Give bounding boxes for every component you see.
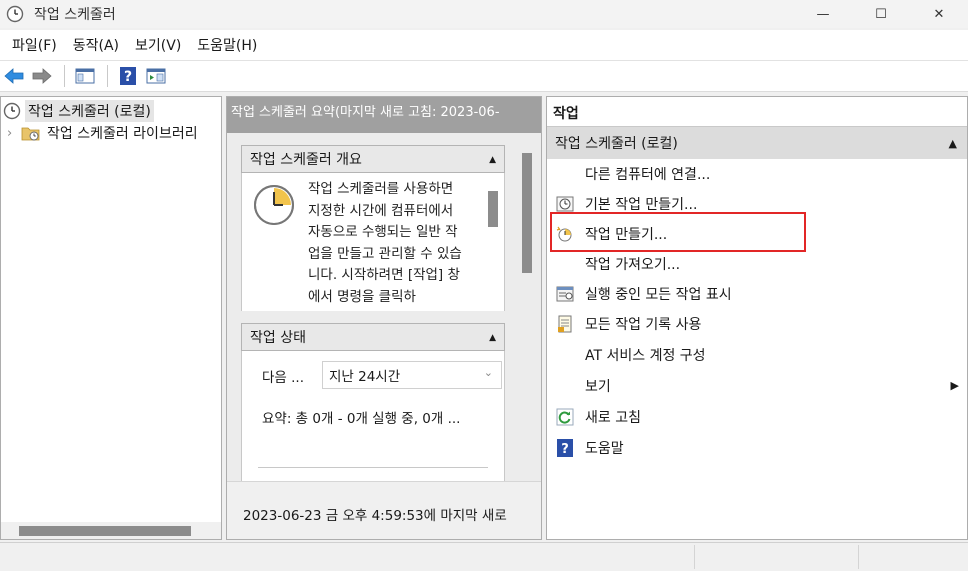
overview-section-title: 작업 스케줄러 개요 xyxy=(250,152,362,168)
show-hide-console-tree-icon[interactable] xyxy=(73,64,97,88)
tree-item-task-scheduler-library[interactable]: › 작업 스케줄러 라이브러리 xyxy=(7,122,198,144)
status-section-title: 작업 상태 xyxy=(250,330,306,346)
action-label: 기본 작업 만들기... xyxy=(585,197,698,213)
collapse-caret-icon[interactable]: ▲ xyxy=(949,137,957,150)
collapse-caret-icon[interactable]: ▲ xyxy=(489,155,496,165)
clock-app-icon xyxy=(6,5,24,23)
status-period-dropdown[interactable]: 지난 24시간 ⌄ xyxy=(322,361,502,389)
action-label: 보기 xyxy=(585,379,611,395)
close-button[interactable]: ✕ xyxy=(910,0,968,28)
menu-view[interactable]: 보기(V) xyxy=(127,35,189,55)
toolbar-separator xyxy=(64,65,65,87)
action-import-task[interactable]: 작업 가져오기... xyxy=(547,249,967,279)
back-arrow-icon[interactable] xyxy=(2,64,26,88)
task-history-icon xyxy=(555,314,575,334)
task-scheduler-window: 작업 스케줄러 — ☐ ✕ 파일(F) 동작(A) 보기(V) 도움말(H) ? xyxy=(0,0,968,571)
status-filter-label: 다음 ... xyxy=(262,370,305,386)
clock-icon xyxy=(3,102,21,120)
menu-help[interactable]: 도움말(H) xyxy=(189,35,265,55)
show-hide-action-pane-icon[interactable] xyxy=(144,64,168,88)
window-title: 작업 스케줄러 xyxy=(34,7,116,23)
actions-group-label: 작업 스케줄러 (로컬) xyxy=(555,136,678,152)
menu-file[interactable]: 파일(F) xyxy=(4,35,65,55)
action-enable-task-history[interactable]: 모든 작업 기록 사용 xyxy=(547,309,967,339)
dropdown-value: 지난 24시간 xyxy=(329,369,401,385)
console-tree: 작업 스케줄러 (로컬) › 작업 스케줄러 라이브러리 xyxy=(0,96,222,540)
overview-section-body: 작업 스케줄러를 사용하면 지정한 시간에 컴퓨터에서 자동으로 수행되는 일반… xyxy=(241,173,505,311)
status-bar xyxy=(0,542,968,571)
status-divider xyxy=(858,545,859,569)
action-refresh[interactable]: 새로 고침 xyxy=(547,402,967,432)
basic-task-icon xyxy=(555,194,575,214)
collapse-caret-icon[interactable]: ▲ xyxy=(489,333,496,343)
action-connect-another-computer[interactable]: 다른 컴퓨터에 연결... xyxy=(547,159,967,189)
action-label: 모든 작업 기록 사용 xyxy=(585,317,702,333)
actions-title: 작업 xyxy=(547,97,967,127)
folder-clock-icon xyxy=(21,127,40,141)
summary-pane: 작업 스케줄러 요약(마지막 새로 고침: 2023-06- 작업 스케줄러 개… xyxy=(226,96,542,540)
overview-scrollbar-thumb[interactable] xyxy=(488,191,498,227)
actions-pane: 작업 작업 스케줄러 (로컬) ▲ 다른 컴퓨터에 연결... 기본 작업 만들… xyxy=(546,96,968,540)
submenu-arrow-icon: ▶ xyxy=(950,379,959,392)
tree-item-label: 작업 스케줄러 (로컬) xyxy=(25,100,154,122)
expand-chevron-icon[interactable]: › xyxy=(7,126,21,141)
title-bar: 작업 스케줄러 — ☐ ✕ xyxy=(0,0,968,28)
summary-header: 작업 스케줄러 요약(마지막 새로 고침: 2023-06- xyxy=(227,97,541,133)
action-view[interactable]: 보기 ▶ xyxy=(547,371,967,401)
menu-action[interactable]: 동작(A) xyxy=(65,35,127,55)
action-label: 새로 고침 xyxy=(585,410,641,426)
svg-text:?: ? xyxy=(124,69,132,85)
action-display-running-tasks[interactable]: 실행 중인 모든 작업 표시 xyxy=(547,279,967,309)
svg-text:?: ? xyxy=(561,442,569,457)
action-label: 실행 중인 모든 작업 표시 xyxy=(585,287,732,303)
action-help[interactable]: ? 도움말 xyxy=(547,433,967,463)
maximize-button[interactable]: ☐ xyxy=(852,0,910,28)
status-summary: 요약: 총 0개 - 0개 실행 중, 0개 ... xyxy=(262,411,461,427)
refresh-icon xyxy=(555,407,575,427)
tree-item-task-scheduler-local[interactable]: 작업 스케줄러 (로컬) xyxy=(3,100,154,122)
summary-scroll-area: 작업 스케줄러 개요 ▲ 작업 스케줄러를 사용하면 지정한 시간에 컴퓨터에서… xyxy=(227,133,541,481)
summary-vertical-scrollbar[interactable] xyxy=(519,133,535,481)
help-icon[interactable]: ? xyxy=(116,64,140,88)
clock-large-icon xyxy=(254,185,294,225)
status-divider xyxy=(694,545,695,569)
status-section-header[interactable]: 작업 상태 ▲ xyxy=(241,323,505,351)
overview-section-header[interactable]: 작업 스케줄러 개요 ▲ xyxy=(241,145,505,173)
overview-description: 작업 스케줄러를 사용하면 지정한 시간에 컴퓨터에서 자동으로 수행되는 일반… xyxy=(308,181,462,305)
chevron-down-icon: ⌄ xyxy=(483,366,493,379)
scrollbar-thumb[interactable] xyxy=(19,526,191,536)
last-refresh-footer: 2023-06-23 금 오후 4:59:53에 마지막 새로 xyxy=(227,481,541,539)
toolbar-separator xyxy=(107,65,108,87)
highlight-create-task-box xyxy=(550,212,806,252)
minimize-button[interactable]: — xyxy=(794,0,852,28)
forward-arrow-icon[interactable] xyxy=(30,64,54,88)
divider xyxy=(258,467,488,468)
running-tasks-icon xyxy=(555,284,575,304)
action-label: 다른 컴퓨터에 연결... xyxy=(585,167,711,183)
action-label: AT 서비스 계정 구성 xyxy=(585,348,706,364)
action-configure-at-service-account[interactable]: AT 서비스 계정 구성 xyxy=(547,340,967,370)
status-section-body: 다음 ... 지난 24시간 ⌄ 요약: 총 0개 - 0개 실행 중, 0개 … xyxy=(241,351,505,481)
toolbar: ? xyxy=(0,60,968,92)
action-label: 작업 가져오기... xyxy=(585,257,681,273)
tree-horizontal-scrollbar[interactable] xyxy=(1,522,221,539)
action-label: 도움말 xyxy=(585,441,624,457)
help-icon: ? xyxy=(555,438,575,458)
tree-item-label: 작업 스케줄러 라이브러리 xyxy=(47,126,198,142)
menu-bar: 파일(F) 동작(A) 보기(V) 도움말(H) xyxy=(0,30,968,60)
actions-group-header[interactable]: 작업 스케줄러 (로컬) ▲ xyxy=(547,127,967,159)
scrollbar-thumb[interactable] xyxy=(522,153,532,273)
